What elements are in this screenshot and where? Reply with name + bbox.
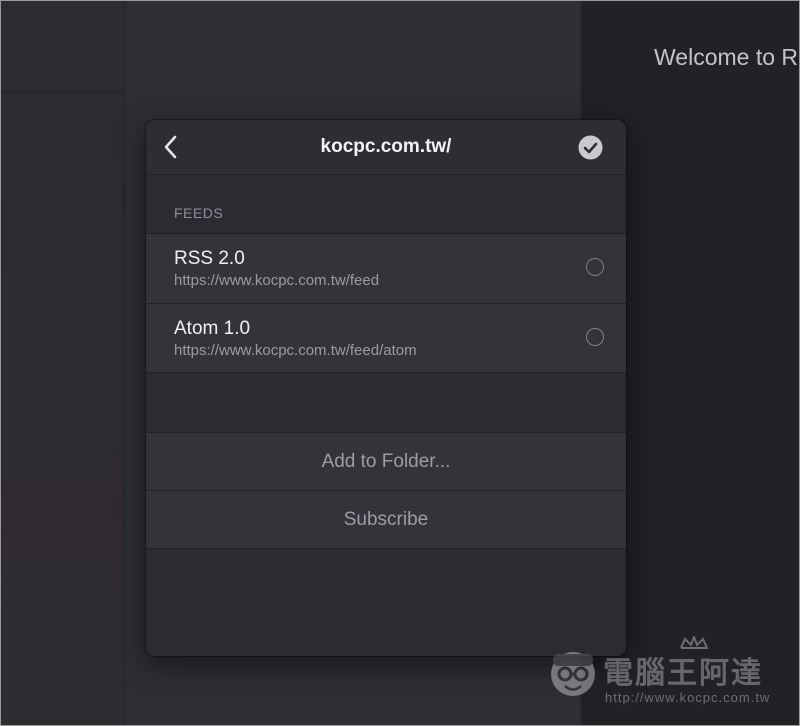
sidebar-pane	[0, 0, 125, 726]
subscribe-button[interactable]: Subscribe	[146, 490, 626, 548]
checkmark-circle-icon	[578, 135, 603, 160]
chevron-left-icon	[164, 135, 177, 159]
feed-option-atom[interactable]: Atom 1.0 https://www.kocpc.com.tw/feed/a…	[146, 303, 626, 373]
watermark-url: http://www.kocpc.com.tw	[605, 690, 771, 705]
feed-radio-button[interactable]	[586, 258, 604, 276]
feeds-label: FEEDS	[174, 205, 224, 221]
popover-title: kocpc.com.tw/	[320, 136, 452, 157]
done-button[interactable]	[578, 135, 603, 160]
feed-url: https://www.kocpc.com.tw/feed/atom	[174, 342, 417, 359]
feed-radio-button[interactable]	[586, 328, 604, 346]
add-to-folder-button[interactable]: Add to Folder...	[146, 432, 626, 490]
feeds-section-header: FEEDS	[146, 175, 626, 233]
feed-name: Atom 1.0	[174, 318, 251, 339]
popover-header: kocpc.com.tw/	[146, 120, 626, 175]
watermark-text: 電腦王阿達	[603, 656, 763, 691]
spacer	[146, 372, 626, 432]
feed-url: https://www.kocpc.com.tw/feed	[174, 272, 380, 289]
sidebar-divider	[0, 92, 124, 93]
mascot-logo-icon	[551, 652, 595, 696]
welcome-text: Welcome to R	[654, 44, 799, 70]
watermark: 電腦王阿達 http://www.kocpc.com.tw	[545, 636, 785, 716]
feed-name: RSS 2.0	[174, 248, 245, 269]
back-button[interactable]	[158, 133, 184, 161]
subscribe-popover: kocpc.com.tw/ FEEDS RSS 2.0 https://www.…	[146, 120, 626, 656]
feed-option-rss[interactable]: RSS 2.0 https://www.kocpc.com.tw/feed	[146, 233, 626, 303]
